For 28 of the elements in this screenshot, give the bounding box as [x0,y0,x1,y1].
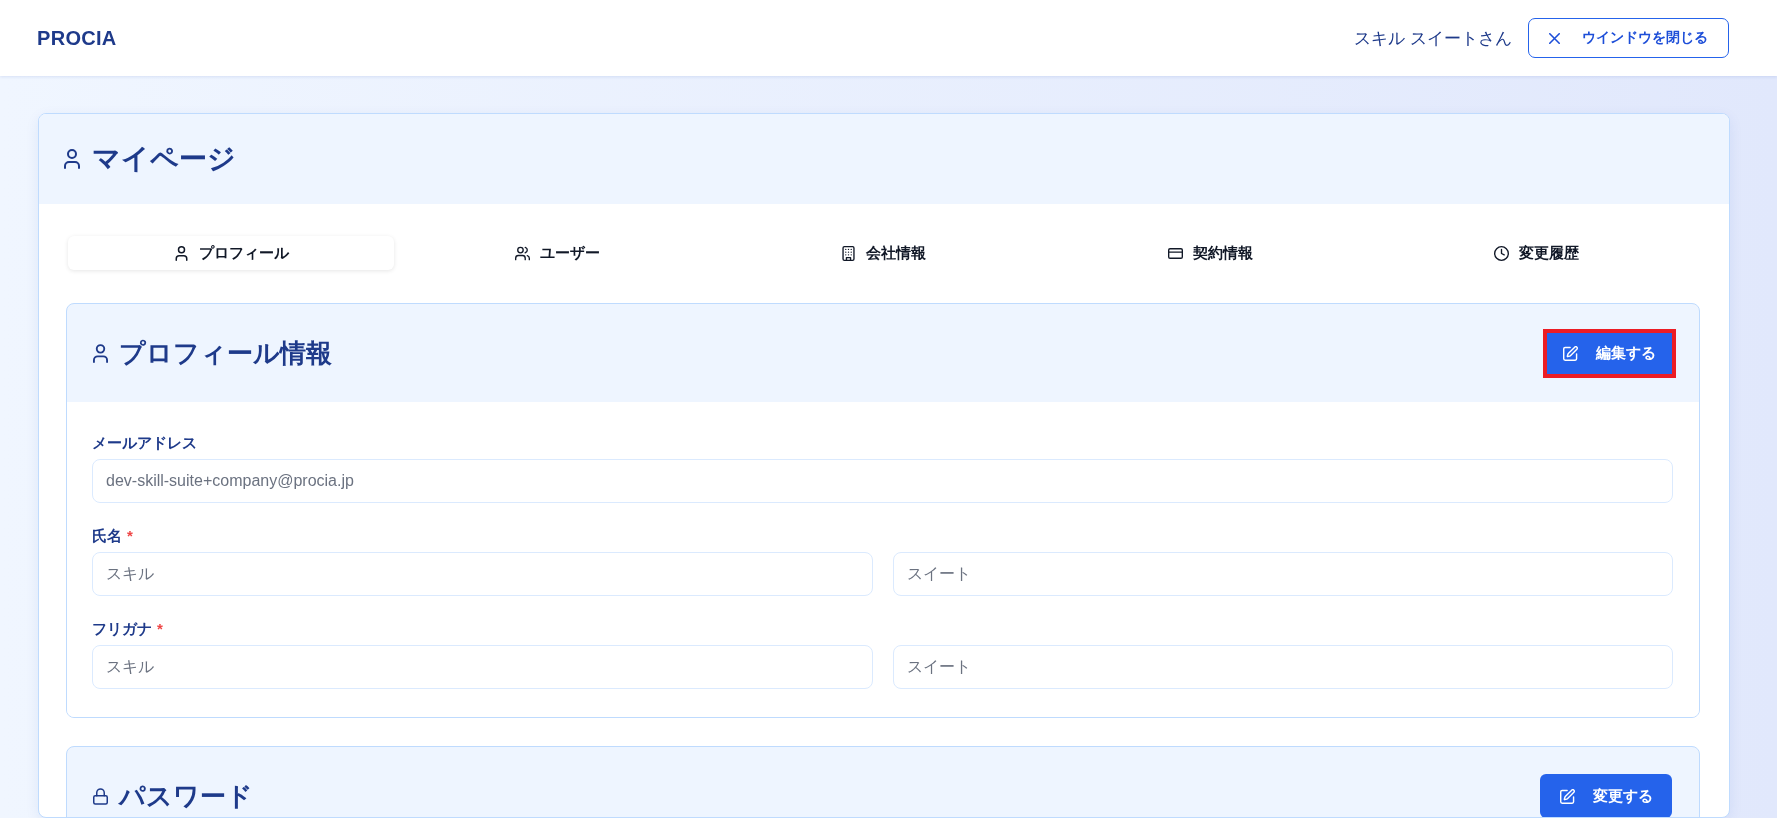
user-icon [64,149,80,169]
nav-tab[interactable]: 変更履歴 [1373,236,1700,270]
required-mark: * [127,527,133,545]
app-logo: PROCIA [37,26,117,50]
edit-icon [1563,345,1578,361]
user-icon [173,245,189,261]
building-icon [841,245,857,261]
user-icon [93,343,108,363]
page-title: マイページ [92,142,236,176]
user-name: スキル スイートさん [1354,27,1512,50]
section-title: パスワード [119,779,253,813]
nav-tab[interactable]: ユーザー [394,236,721,270]
nav-tab[interactable]: 会社情報 [720,236,1048,270]
edit-icon [1559,788,1575,804]
field-label: フリガナ [92,620,152,638]
action-button[interactable]: 変更する [1540,774,1672,817]
users-icon [515,245,531,261]
nav-tab[interactable]: 契約情報 [1047,236,1374,270]
field-label: 氏名 [92,527,122,545]
close-window-button[interactable]: ウインドウを閉じる [1528,18,1729,58]
nav-tab[interactable]: プロフィール [68,236,395,270]
clock-icon [1494,245,1510,261]
section-title: プロフィール情報 [119,336,332,370]
required-mark: * [157,620,163,638]
card-icon [1167,245,1183,261]
lock-icon [93,786,108,806]
close-icon [1549,32,1560,44]
field-label: メールアドレス [92,434,197,452]
